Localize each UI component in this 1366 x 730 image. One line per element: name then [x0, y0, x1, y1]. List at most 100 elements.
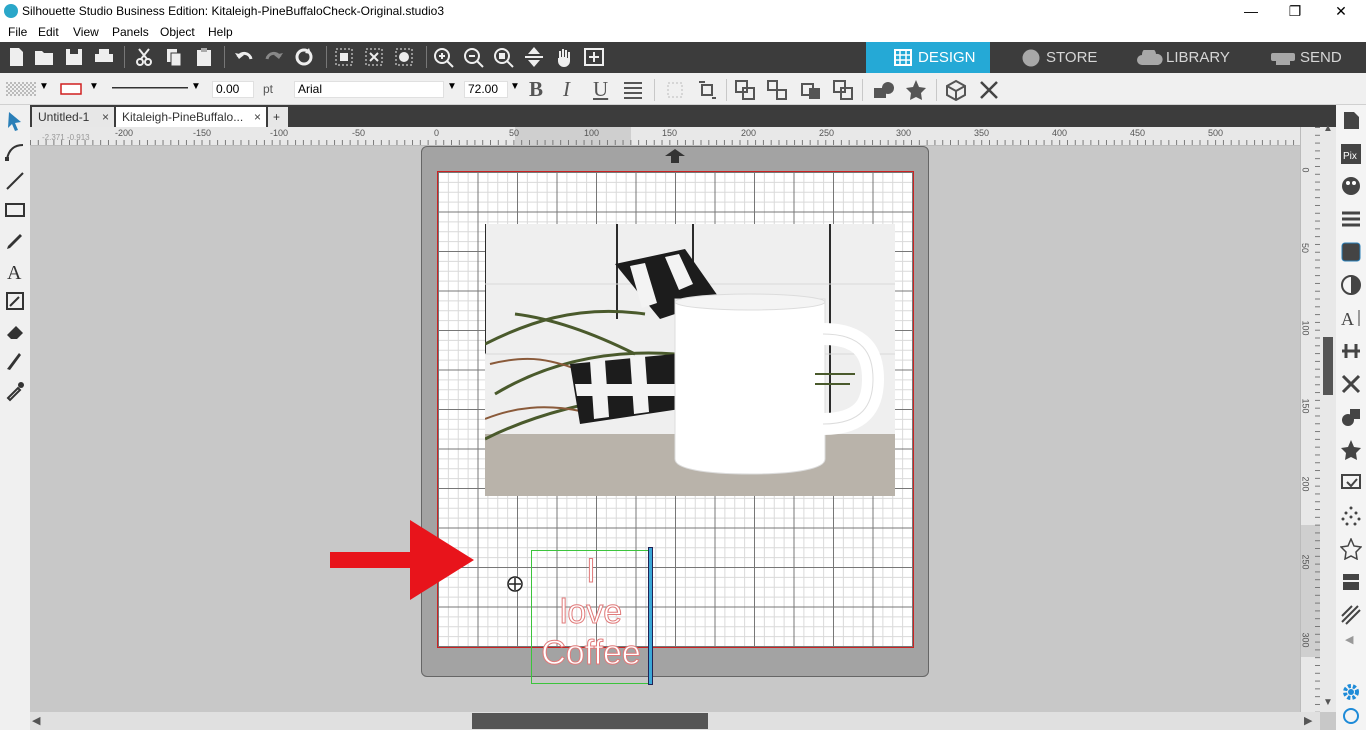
- tab-library[interactable]: LIBRARY: [1112, 42, 1238, 73]
- line-style-preview[interactable]: [112, 87, 188, 90]
- scroll-down-icon[interactable]: ▼: [1323, 697, 1333, 708]
- select-arrow-icon[interactable]: [3, 109, 27, 133]
- open-folder-icon[interactable]: [32, 46, 56, 68]
- zoom-in-icon[interactable]: [432, 46, 456, 68]
- panel-collapse-arrow-icon[interactable]: ◀: [1345, 633, 1353, 646]
- refresh-icon[interactable]: [1340, 705, 1362, 727]
- delete-icon[interactable]: [978, 79, 1000, 101]
- vertical-scroll-thumb[interactable]: [1323, 337, 1333, 395]
- ungroup-icon[interactable]: [766, 79, 788, 101]
- fill-pattern-icon[interactable]: [1340, 241, 1362, 263]
- settings-gear-icon[interactable]: [1340, 681, 1362, 703]
- pencil-tool-icon[interactable]: [3, 229, 27, 253]
- add-tab-button[interactable]: +: [268, 107, 288, 127]
- print-icon[interactable]: [92, 46, 116, 68]
- select-by-color-icon[interactable]: [392, 46, 416, 68]
- align-icon[interactable]: [1340, 340, 1362, 362]
- italic-button[interactable]: I: [563, 77, 570, 102]
- fill-dropdown-arrow-icon[interactable]: ▼: [39, 81, 49, 92]
- coffee-text-object[interactable]: I love Coffee: [532, 551, 650, 674]
- flip-horizontal-icon[interactable]: [664, 79, 686, 101]
- vertical-scrollbar[interactable]: ▲ ▼: [1320, 123, 1336, 712]
- eyedropper-tool-icon[interactable]: [3, 379, 27, 403]
- zoom-to-fit-icon[interactable]: [492, 46, 516, 68]
- menu-help[interactable]: Help: [208, 25, 233, 39]
- menu-view[interactable]: View: [73, 25, 99, 39]
- save-icon[interactable]: [62, 46, 86, 68]
- text-style-icon[interactable]: A: [1340, 307, 1362, 329]
- point-edit-icon[interactable]: [3, 139, 27, 163]
- tab-store[interactable]: STORE: [992, 42, 1112, 73]
- replicate-icon[interactable]: [1340, 406, 1362, 428]
- modify-star-icon[interactable]: [1340, 439, 1362, 461]
- menu-file[interactable]: File: [8, 25, 27, 39]
- fill-color-palette-icon[interactable]: [1340, 175, 1362, 197]
- scroll-up-icon[interactable]: ▲: [1323, 123, 1333, 134]
- pixscan-icon[interactable]: Pix: [1340, 143, 1362, 165]
- scroll-right-icon[interactable]: ▶: [1304, 714, 1312, 727]
- select-all-icon[interactable]: [332, 46, 356, 68]
- scroll-left-icon[interactable]: ◀: [32, 714, 40, 727]
- 3d-box-icon[interactable]: [944, 79, 968, 101]
- layers-icon[interactable]: [1340, 571, 1362, 593]
- doc-tab-untitled[interactable]: Untitled-1 ×: [32, 107, 114, 127]
- font-size-input[interactable]: 72.00: [464, 81, 508, 98]
- sketch-hatch-icon[interactable]: [1340, 604, 1362, 626]
- underline-button[interactable]: U: [593, 77, 608, 102]
- deselect-icon[interactable]: [362, 46, 386, 68]
- zoom-out-icon[interactable]: [462, 46, 486, 68]
- contrast-icon[interactable]: [1340, 274, 1362, 296]
- page-setup-icon[interactable]: [1340, 109, 1362, 131]
- cut-icon[interactable]: [132, 46, 156, 68]
- paste-icon[interactable]: [192, 46, 216, 68]
- line-color-dropdown-arrow-icon[interactable]: ▼: [89, 81, 99, 92]
- weld-icon[interactable]: [872, 79, 896, 101]
- transform-icon[interactable]: [1340, 373, 1362, 395]
- line-width-input[interactable]: 0.00: [212, 81, 254, 98]
- rectangle-tool-icon[interactable]: [3, 199, 27, 223]
- pan-vertical-icon[interactable]: [522, 46, 546, 68]
- pan-hand-icon[interactable]: [552, 46, 576, 68]
- knife-tool-icon[interactable]: [3, 349, 27, 373]
- tab-design[interactable]: DESIGN: [866, 42, 990, 73]
- close-tab-icon[interactable]: ×: [102, 107, 109, 127]
- redo-icon[interactable]: [262, 46, 286, 68]
- eraser-tool-icon[interactable]: [3, 319, 27, 343]
- text-align-icon[interactable]: [622, 80, 644, 100]
- trace-icon[interactable]: [1340, 472, 1362, 494]
- maximize-button[interactable]: ❐: [1272, 0, 1318, 23]
- line-tool-icon[interactable]: [3, 169, 27, 193]
- text-tool-icon[interactable]: A: [3, 259, 27, 283]
- font-dropdown-arrow-icon[interactable]: ▼: [447, 81, 457, 92]
- horizontal-scroll-thumb[interactable]: [472, 713, 708, 729]
- line-color-swatch[interactable]: [60, 82, 82, 96]
- rhinestone-star-icon[interactable]: [1340, 538, 1362, 560]
- font-size-dropdown-arrow-icon[interactable]: ▼: [510, 81, 520, 92]
- menu-panels[interactable]: Panels: [112, 25, 149, 39]
- tab-send[interactable]: SEND: [1240, 42, 1366, 73]
- undo-icon[interactable]: [232, 46, 256, 68]
- offset-star-icon[interactable]: [904, 79, 928, 101]
- font-select[interactable]: Arial: [294, 81, 444, 98]
- copy-icon[interactable]: [162, 46, 186, 68]
- menu-object[interactable]: Object: [160, 25, 195, 39]
- line-style-dropdown-arrow-icon[interactable]: ▼: [191, 81, 201, 92]
- make-compound-path-icon[interactable]: [800, 79, 822, 101]
- horizontal-scrollbar[interactable]: ◀ ▶: [30, 712, 1320, 730]
- line-style-icon[interactable]: [1340, 208, 1362, 230]
- offset-dots-icon[interactable]: [1340, 505, 1362, 527]
- rotate-icon[interactable]: [696, 79, 718, 101]
- doc-tab-kitaleigh[interactable]: Kitaleigh-PineBuffalo... ×: [116, 107, 266, 127]
- minimize-button[interactable]: —: [1228, 0, 1274, 23]
- design-canvas[interactable]: I love Coffee: [30, 146, 1300, 712]
- mug-photo-image[interactable]: [485, 224, 895, 496]
- new-document-icon[interactable]: [4, 46, 28, 68]
- group-icon[interactable]: [734, 79, 756, 101]
- move-cursor-icon[interactable]: [506, 575, 524, 593]
- sketch-tool-icon[interactable]: [3, 289, 27, 313]
- bold-button[interactable]: B: [529, 77, 543, 102]
- release-compound-path-icon[interactable]: [832, 79, 854, 101]
- fit-to-page-icon[interactable]: [582, 46, 606, 68]
- menu-edit[interactable]: Edit: [38, 25, 59, 39]
- close-tab-icon[interactable]: ×: [254, 107, 261, 127]
